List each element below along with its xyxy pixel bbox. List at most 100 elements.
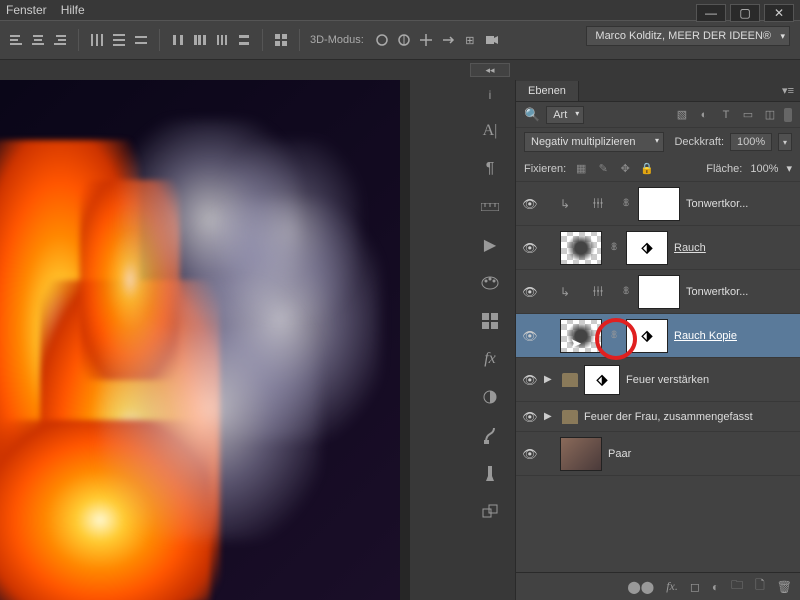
layer-mask-thumb[interactable] <box>638 275 680 309</box>
3d-pan-icon[interactable] <box>418 32 434 48</box>
link-icon[interactable]: 𝟠 <box>608 242 620 253</box>
layer-row[interactable]: 👁 Paar <box>516 432 800 476</box>
link-icon[interactable]: 𝟠 <box>620 286 632 297</box>
layer-thumb[interactable] <box>560 437 602 471</box>
lock-pixels-icon[interactable]: ✎ <box>596 162 610 176</box>
fill-label: Fläche: <box>706 163 742 175</box>
distribute-h-icon[interactable] <box>192 32 208 48</box>
layer-row[interactable]: 👁 ▶ Feuer der Frau, zusammengefasst <box>516 402 800 432</box>
visibility-toggle[interactable]: 👁 <box>522 196 538 212</box>
color-panel-icon[interactable] <box>478 271 502 295</box>
expand-toggle[interactable]: ▶ <box>544 411 556 422</box>
new-group-icon[interactable]: 🗀 <box>731 576 743 597</box>
layer-name[interactable]: Feuer der Frau, zusammengefasst <box>584 411 794 423</box>
filter-type-icon[interactable]: T <box>718 107 734 123</box>
maximize-button[interactable]: ▢ <box>730 4 760 22</box>
distribute-icon[interactable] <box>133 32 149 48</box>
layer-mask-thumb[interactable]: ⬗ <box>584 365 620 395</box>
visibility-toggle[interactable]: 👁 <box>522 372 538 388</box>
3d-slide-icon[interactable] <box>440 32 456 48</box>
link-icon[interactable]: 𝟠 <box>608 330 620 341</box>
layer-name[interactable]: Paar <box>608 448 794 460</box>
layer-thumb[interactable] <box>560 319 602 353</box>
adjustments-panel-icon[interactable] <box>478 385 502 409</box>
layer-mask-thumb[interactable]: ⬗ <box>626 319 668 353</box>
auto-align-icon[interactable] <box>273 32 289 48</box>
menu-hilfe[interactable]: Hilfe <box>61 3 85 17</box>
paragraph-panel-icon[interactable]: ¶ <box>478 157 502 181</box>
minimize-button[interactable]: — <box>696 4 726 22</box>
panel-menu-icon[interactable]: ▾≡ <box>776 84 800 97</box>
new-layer-icon[interactable]: 🗋 <box>755 576 765 597</box>
layer-row[interactable]: 👁 ↳ ⍿⍿⍿ 𝟠 Tonwertkor... <box>516 182 800 226</box>
lock-position-icon[interactable]: ✥ <box>618 162 632 176</box>
align-icon[interactable] <box>52 32 68 48</box>
styles-panel-icon[interactable]: fx <box>478 347 502 371</box>
layer-row[interactable]: 👁 𝟠 ⬗ Rauch Kopie <box>516 314 800 358</box>
layers-tab[interactable]: Ebenen <box>516 81 579 101</box>
layer-name[interactable]: Tonwertkor... <box>686 198 794 210</box>
close-button[interactable]: ✕ <box>764 4 794 22</box>
lock-transparent-icon[interactable]: ▦ <box>574 162 588 176</box>
visibility-toggle[interactable]: 👁 <box>522 240 538 256</box>
workspace-dropdown[interactable]: Marco Kolditz, MEER DER IDEEN® <box>586 26 790 46</box>
align-icon[interactable] <box>30 32 46 48</box>
filter-shape-icon[interactable]: ▭ <box>740 107 756 123</box>
panel-collapse-handle[interactable]: ◂◂ <box>470 63 510 77</box>
brushes-panel-icon[interactable] <box>478 423 502 447</box>
3d-camera-icon[interactable] <box>484 32 500 48</box>
filter-smart-icon[interactable]: ◫ <box>762 107 778 123</box>
delete-layer-icon[interactable]: 🗑 <box>777 580 792 594</box>
brush-presets-icon[interactable] <box>478 461 502 485</box>
layer-name[interactable]: Rauch Kopie <box>674 330 794 342</box>
menu-fenster[interactable]: Fenster <box>6 3 47 17</box>
align-icon[interactable] <box>8 32 24 48</box>
new-adjustment-icon[interactable]: ◐ <box>712 580 719 594</box>
actions-panel-icon[interactable]: ▶ <box>478 233 502 257</box>
visibility-toggle[interactable]: 👁 <box>522 284 538 300</box>
opacity-stepper[interactable]: ▾ <box>778 133 792 151</box>
link-layers-icon[interactable]: ⬤⬤ <box>627 580 654 594</box>
character-panel-icon[interactable]: A| <box>478 119 502 143</box>
canvas[interactable] <box>0 80 410 600</box>
layers-panel: Ebenen ▾≡ 🔍 Art ▧ ◐ T ▭ ◫ Negativ multip… <box>515 80 800 600</box>
3d-orbit-icon[interactable] <box>374 32 390 48</box>
fill-stepper[interactable]: ▾ <box>786 162 792 175</box>
expand-toggle[interactable]: ▶ <box>544 374 556 385</box>
visibility-toggle[interactable]: 👁 <box>522 446 538 462</box>
layer-name[interactable]: Feuer verstärken <box>626 374 794 386</box>
3d-scale-icon[interactable]: ⊞ <box>462 32 478 48</box>
layer-mask-thumb[interactable] <box>638 187 680 221</box>
fill-input[interactable]: 100% <box>750 163 778 175</box>
swatches-panel-icon[interactable] <box>478 309 502 333</box>
layer-row[interactable]: 👁 𝟠 ⬗ Rauch <box>516 226 800 270</box>
blend-mode-dropdown[interactable]: Negativ multiplizieren <box>524 132 664 152</box>
layer-name[interactable]: Rauch <box>674 242 794 254</box>
measure-panel-icon[interactable] <box>478 195 502 219</box>
layer-mask-thumb[interactable]: ⬗ <box>626 231 668 265</box>
filter-toggle[interactable] <box>784 108 792 122</box>
distribute-icon[interactable] <box>111 32 127 48</box>
clone-source-icon[interactable] <box>478 499 502 523</box>
filter-adjust-icon[interactable]: ◐ <box>696 107 712 123</box>
fx-icon[interactable]: fx. <box>666 579 678 594</box>
visibility-toggle[interactable]: 👁 <box>522 409 538 425</box>
distribute-h-icon[interactable] <box>170 32 186 48</box>
3d-roll-icon[interactable] <box>396 32 412 48</box>
distribute-icon[interactable] <box>89 32 105 48</box>
distribute-v-icon[interactable] <box>236 32 252 48</box>
clip-icon: ↳ <box>560 285 576 299</box>
lock-all-icon[interactable]: 🔒 <box>640 162 654 176</box>
opacity-input[interactable]: 100% <box>730 133 772 151</box>
layer-name[interactable]: Tonwertkor... <box>686 286 794 298</box>
filter-pixel-icon[interactable]: ▧ <box>674 107 690 123</box>
distribute-h-icon[interactable] <box>214 32 230 48</box>
visibility-toggle[interactable]: 👁 <box>522 328 538 344</box>
layer-thumb[interactable] <box>560 231 602 265</box>
info-panel-icon[interactable]: i <box>480 85 500 105</box>
link-icon[interactable]: 𝟠 <box>620 198 632 209</box>
layer-row[interactable]: 👁 ↳ ⍿⍿⍿ 𝟠 Tonwertkor... <box>516 270 800 314</box>
add-mask-icon[interactable]: ◻ <box>690 580 700 594</box>
filter-kind-dropdown[interactable]: Art <box>546 106 584 124</box>
layer-row[interactable]: 👁 ▶ ⬗ Feuer verstärken <box>516 358 800 402</box>
